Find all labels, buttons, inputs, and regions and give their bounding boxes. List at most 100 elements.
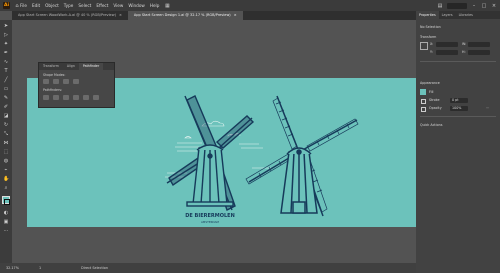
edit-toolbar-icon[interactable]: ⋯ [3, 228, 9, 234]
tab-transform[interactable]: Transform [39, 63, 63, 70]
opacity-value: 100% [452, 106, 462, 110]
fill-swatch[interactable] [420, 89, 426, 95]
tab-pathfinder[interactable]: Pathfinder [78, 63, 104, 70]
type-tool-icon[interactable]: T [3, 68, 9, 74]
current-tool[interactable]: Direct Selection [81, 266, 108, 270]
appearance-heading: Appearance [420, 81, 440, 85]
status-bar: 32.17% 1 Direct Selection [0, 263, 416, 273]
width-tool-icon[interactable]: ⋈ [3, 140, 9, 146]
transform-heading: Transform [420, 35, 437, 39]
direct-selection-tool-icon[interactable]: ▷ [3, 32, 9, 38]
shape-builder-tool-icon[interactable]: ◍ [3, 158, 9, 164]
divider [420, 61, 496, 62]
w-field[interactable] [468, 42, 490, 47]
selection-status: No Selection [420, 25, 441, 29]
h-label: H: [462, 50, 466, 54]
x-field[interactable] [436, 42, 458, 47]
pathfinders-label: Pathfinders: [43, 88, 63, 92]
magic-wand-icon[interactable]: ✦ [3, 41, 9, 47]
shape-modes-label: Shape Modes: [43, 73, 66, 77]
crop-icon[interactable] [73, 95, 79, 100]
menu-view[interactable]: View [113, 3, 123, 8]
line-tool-icon[interactable]: ╱ [3, 77, 9, 83]
tab-align[interactable]: Align [63, 63, 79, 70]
pathfinder-panel: Transform Align Pathfinder Shape Modes: … [38, 62, 115, 108]
artwork-subtitle: AMSTERDAM [201, 220, 220, 224]
scale-tool-icon[interactable]: ⤡ [3, 131, 9, 137]
opacity-label[interactable]: Opacity [429, 106, 442, 110]
stroke-label[interactable]: Stroke [429, 98, 440, 102]
h-field[interactable] [468, 50, 490, 55]
exclude-icon[interactable] [73, 79, 79, 84]
minus-front-icon[interactable] [53, 79, 59, 84]
properties-panel: Properties Layers Libraries No Selection… [416, 11, 500, 273]
unite-icon[interactable] [43, 79, 49, 84]
menu-file[interactable]: File [20, 3, 27, 8]
shaper-tool-icon[interactable]: ✐ [3, 104, 9, 110]
minus-back-icon[interactable] [93, 95, 99, 100]
artboard-number[interactable]: 1 [39, 266, 41, 270]
close-icon[interactable]: × [491, 3, 497, 9]
stroke-weight-value: 0 pt [452, 98, 459, 102]
w-label: W: [462, 42, 467, 46]
close-tab-icon[interactable]: × [234, 13, 237, 17]
stroke-color-swatch[interactable] [4, 199, 10, 205]
tab-design-1[interactable]: App Start Screen Design 1.ai @ 32.17 % (… [127, 11, 243, 20]
windmill-left-illustration [165, 95, 271, 211]
workspace-switcher-icon[interactable]: ▦ [164, 3, 170, 9]
tools-panel: ➤ ▷ ✦ ✒ ∿ T ╱ ▭ ✎ ✐ ◪ ↻ ⤡ ⋈ ⬚ ◍ ⌁ ✋ ⌕ ◐ … [0, 20, 12, 263]
paintbrush-tool-icon[interactable]: ✎ [3, 95, 9, 101]
x-label: X: [430, 42, 434, 46]
tab-label: App Start Screen WoodWork-A.ai @ 40 % (R… [18, 13, 116, 17]
trim-icon[interactable] [53, 95, 59, 100]
app-logo: Ai [3, 2, 10, 9]
selection-tool-icon[interactable]: ➤ [3, 23, 9, 29]
quick-actions-heading: Quick Actions [420, 123, 443, 127]
close-tab-icon[interactable]: × [119, 13, 122, 17]
artwork-title: DE BIERERMOLEN [185, 213, 235, 219]
menu-window[interactable]: Window [128, 3, 145, 8]
merge-icon[interactable] [63, 95, 69, 100]
draw-mode-icon[interactable]: ◐ [3, 210, 9, 216]
pen-tool-icon[interactable]: ✒ [3, 50, 9, 56]
divide-icon[interactable] [43, 95, 49, 100]
minimize-icon[interactable]: – [471, 3, 477, 9]
outline-icon[interactable] [83, 95, 89, 100]
menu-bar: Ai ⌂ File Edit Object Type Select Effect… [0, 0, 500, 11]
y-field[interactable] [436, 50, 458, 55]
pathfinder-panel-tabs: Transform Align Pathfinder [39, 63, 114, 70]
hand-tool-icon[interactable]: ✋ [3, 176, 9, 182]
eraser-tool-icon[interactable]: ◪ [3, 113, 9, 119]
intersect-icon[interactable] [63, 79, 69, 84]
free-transform-tool-icon[interactable]: ⬚ [3, 149, 9, 155]
curvature-tool-icon[interactable]: ∿ [3, 59, 9, 65]
menu-edit[interactable]: Edit [32, 3, 40, 8]
menu-effect[interactable]: Effect [96, 3, 108, 8]
menu-type[interactable]: Type [64, 3, 74, 8]
menu-select[interactable]: Select [78, 3, 91, 8]
menu-object[interactable]: Object [45, 3, 59, 8]
zoom-tool-icon[interactable]: ⌕ [3, 185, 9, 191]
rotate-tool-icon[interactable]: ↻ [3, 122, 9, 128]
arrange-documents-icon[interactable]: ▤ [437, 3, 443, 9]
more-options-icon[interactable]: ⋯ [486, 106, 489, 110]
y-label: Y: [430, 50, 433, 54]
fill-label: Fill [429, 90, 434, 94]
windmill-right-illustration [245, 95, 359, 217]
stroke-checkbox[interactable] [421, 99, 426, 104]
eyedropper-tool-icon[interactable]: ⌁ [3, 167, 9, 173]
maximize-icon[interactable]: □ [481, 3, 487, 9]
tab-properties[interactable]: Properties [416, 11, 439, 19]
opacity-icon [421, 107, 426, 112]
screen-mode-icon[interactable]: ▣ [3, 219, 9, 225]
tab-layers[interactable]: Layers [439, 11, 456, 19]
zoom-level[interactable]: 32.17% [6, 266, 19, 270]
canvas[interactable]: DE BIERERMOLEN AMSTERDAM Transform Align… [12, 20, 427, 263]
reference-point-icon[interactable] [420, 42, 428, 50]
search-field[interactable] [447, 2, 467, 9]
tab-woodwork[interactable]: App Start Screen WoodWork-A.ai @ 40 % (R… [12, 11, 128, 20]
rectangle-tool-icon[interactable]: ▭ [3, 86, 9, 92]
tab-libraries[interactable]: Libraries [456, 11, 476, 19]
document-tab-bar: App Start Screen WoodWork-A.ai @ 40 % (R… [12, 11, 416, 20]
menu-help[interactable]: Help [150, 3, 160, 8]
